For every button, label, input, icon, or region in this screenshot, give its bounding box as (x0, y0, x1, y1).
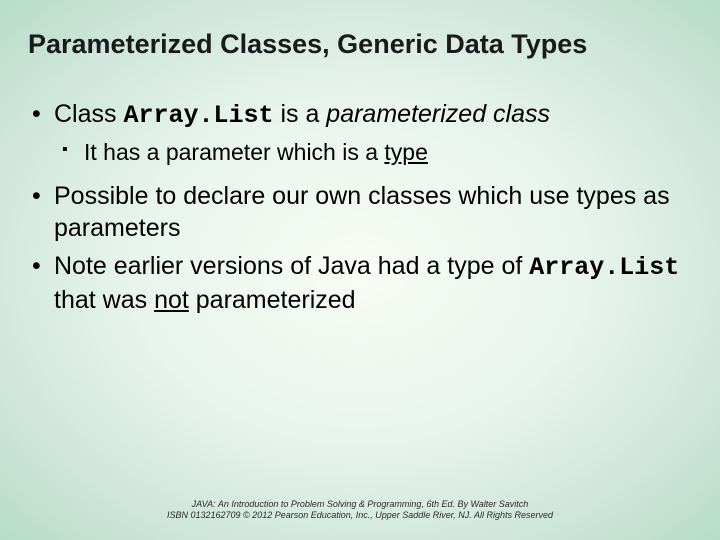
slide-footer: JAVA: An Introduction to Problem Solving… (0, 499, 720, 522)
b1-italic: parameterized class (326, 100, 550, 128)
b1-text-mid: is a (274, 100, 327, 128)
sub-bullet-list-1: It has a parameter which is a type (54, 138, 692, 168)
b1s1-underline: type (384, 139, 427, 165)
bullet-2: Possible to declare our own classes whic… (28, 180, 692, 244)
slide-title: Parameterized Classes, Generic Data Type… (28, 28, 692, 60)
b3-code: Array.List (529, 253, 679, 282)
footer-line-1: JAVA: An Introduction to Problem Solving… (0, 499, 720, 511)
b3-post: parameterized (189, 286, 356, 314)
footer-line-2: ISBN 0132162709 © 2012 Pearson Education… (0, 510, 720, 522)
b3-mid: that was (54, 286, 154, 314)
b1-text-pre: Class (54, 100, 123, 128)
bullet-3: Note earlier versions of Java had a type… (28, 250, 692, 316)
b1s1-pre: It has a parameter which is a (84, 139, 384, 165)
slide: Parameterized Classes, Generic Data Type… (0, 0, 720, 540)
b3-pre: Note earlier versions of Java had a type… (54, 252, 529, 280)
b3-underline: not (154, 286, 189, 314)
b1-code: Array.List (123, 101, 273, 130)
b2-text: Possible to declare our own classes whic… (54, 182, 670, 242)
bullet-1: Class Array.List is a parameterized clas… (28, 98, 692, 168)
bullet-list: Class Array.List is a parameterized clas… (28, 98, 692, 316)
sub-bullet-1-1: It has a parameter which is a type (54, 138, 692, 168)
